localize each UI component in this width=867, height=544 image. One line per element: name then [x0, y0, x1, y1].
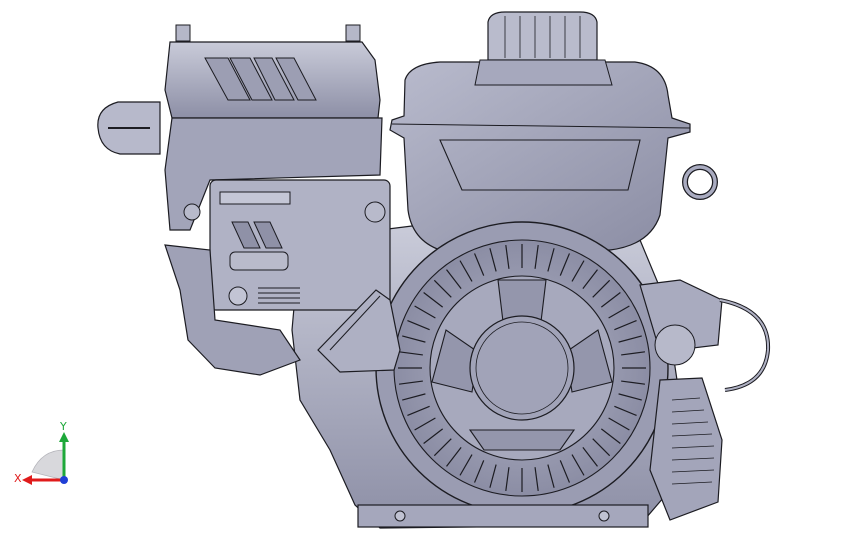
- coordinate-triad: Y X: [14, 420, 69, 485]
- recoil-starter: [375, 221, 669, 515]
- fuel-shutoff-knob: [228, 286, 248, 306]
- triad-plane: [31, 449, 65, 481]
- spark-plug-wire: [719, 298, 771, 392]
- panel-brand-plate: [219, 191, 291, 205]
- cover-bolt-left: [175, 24, 191, 42]
- y-axis-label: Y: [59, 420, 67, 433]
- x-axis-label: X: [14, 472, 22, 485]
- starter-hub: [469, 315, 575, 421]
- z-axis-dot: [60, 476, 68, 484]
- engine-3d-model[interactable]: [0, 0, 867, 544]
- fuel-cap: [487, 11, 598, 61]
- cover-bolt-right: [345, 24, 361, 42]
- fuel-tank: [389, 61, 691, 251]
- graphics-viewport[interactable]: Y X: [0, 0, 867, 544]
